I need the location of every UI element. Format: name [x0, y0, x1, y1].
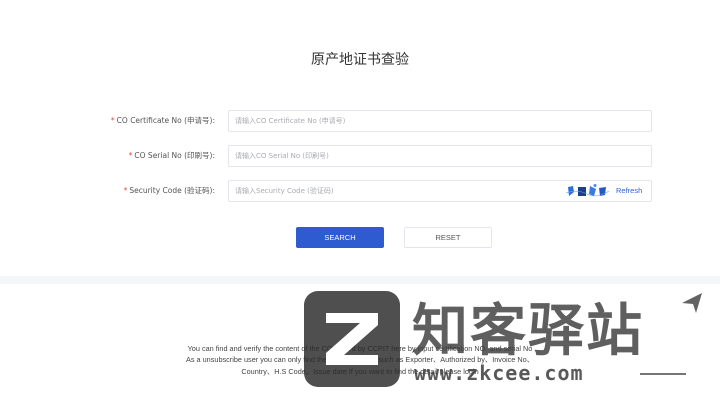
watermark-logo-icon — [304, 291, 400, 387]
watermark-arrow-icon — [682, 293, 702, 313]
form-row-co-certificate: * CO Certificate No (申请号): 请输入CO Certific… — [0, 110, 720, 132]
co-certificate-label: * CO Certificate No (申请号): — [111, 110, 215, 132]
security-code-input[interactable]: 请输入Security Code (验证码) Refresh — [228, 180, 652, 202]
required-mark: * — [128, 151, 133, 160]
security-code-label-text: Security Code (验证码): — [129, 186, 215, 195]
co-serial-label-text: CO Serial No (印刷号): — [134, 151, 215, 160]
watermark-rule — [640, 373, 686, 375]
co-serial-placeholder: 请输入CO Serial No (印刷号) — [235, 152, 329, 160]
security-code-placeholder: 请输入Security Code (验证码) — [235, 187, 334, 195]
search-button[interactable]: SEARCH — [296, 227, 384, 248]
required-mark: * — [123, 186, 128, 195]
section-divider — [0, 276, 720, 284]
watermark-url: www.zkcee.com — [414, 361, 584, 385]
co-serial-input[interactable]: 请输入CO Serial No (印刷号) — [228, 145, 652, 167]
co-certificate-placeholder: 请输入CO Certificate No (申请号) — [235, 117, 346, 125]
form-row-security-code: * Security Code (验证码): 请输入Security Code (… — [0, 180, 720, 202]
captcha-image[interactable] — [565, 183, 611, 199]
watermark-brand: 知客驿站 — [412, 299, 644, 364]
co-certificate-label-text: CO Certificate No (申请号): — [116, 116, 215, 125]
security-code-label: * Security Code (验证码): — [124, 180, 215, 202]
required-mark: * — [110, 116, 115, 125]
page-title: 原产地证书查验 — [311, 52, 409, 68]
form-row-co-serial: * CO Serial No (印刷号): 请输入CO Serial No (印刷… — [0, 145, 720, 167]
reset-button[interactable]: RESET — [404, 227, 492, 248]
refresh-captcha-link[interactable]: Refresh — [616, 181, 642, 201]
co-certificate-input[interactable]: 请输入CO Certificate No (申请号) — [228, 110, 652, 132]
co-serial-label: * CO Serial No (印刷号): — [129, 145, 215, 167]
